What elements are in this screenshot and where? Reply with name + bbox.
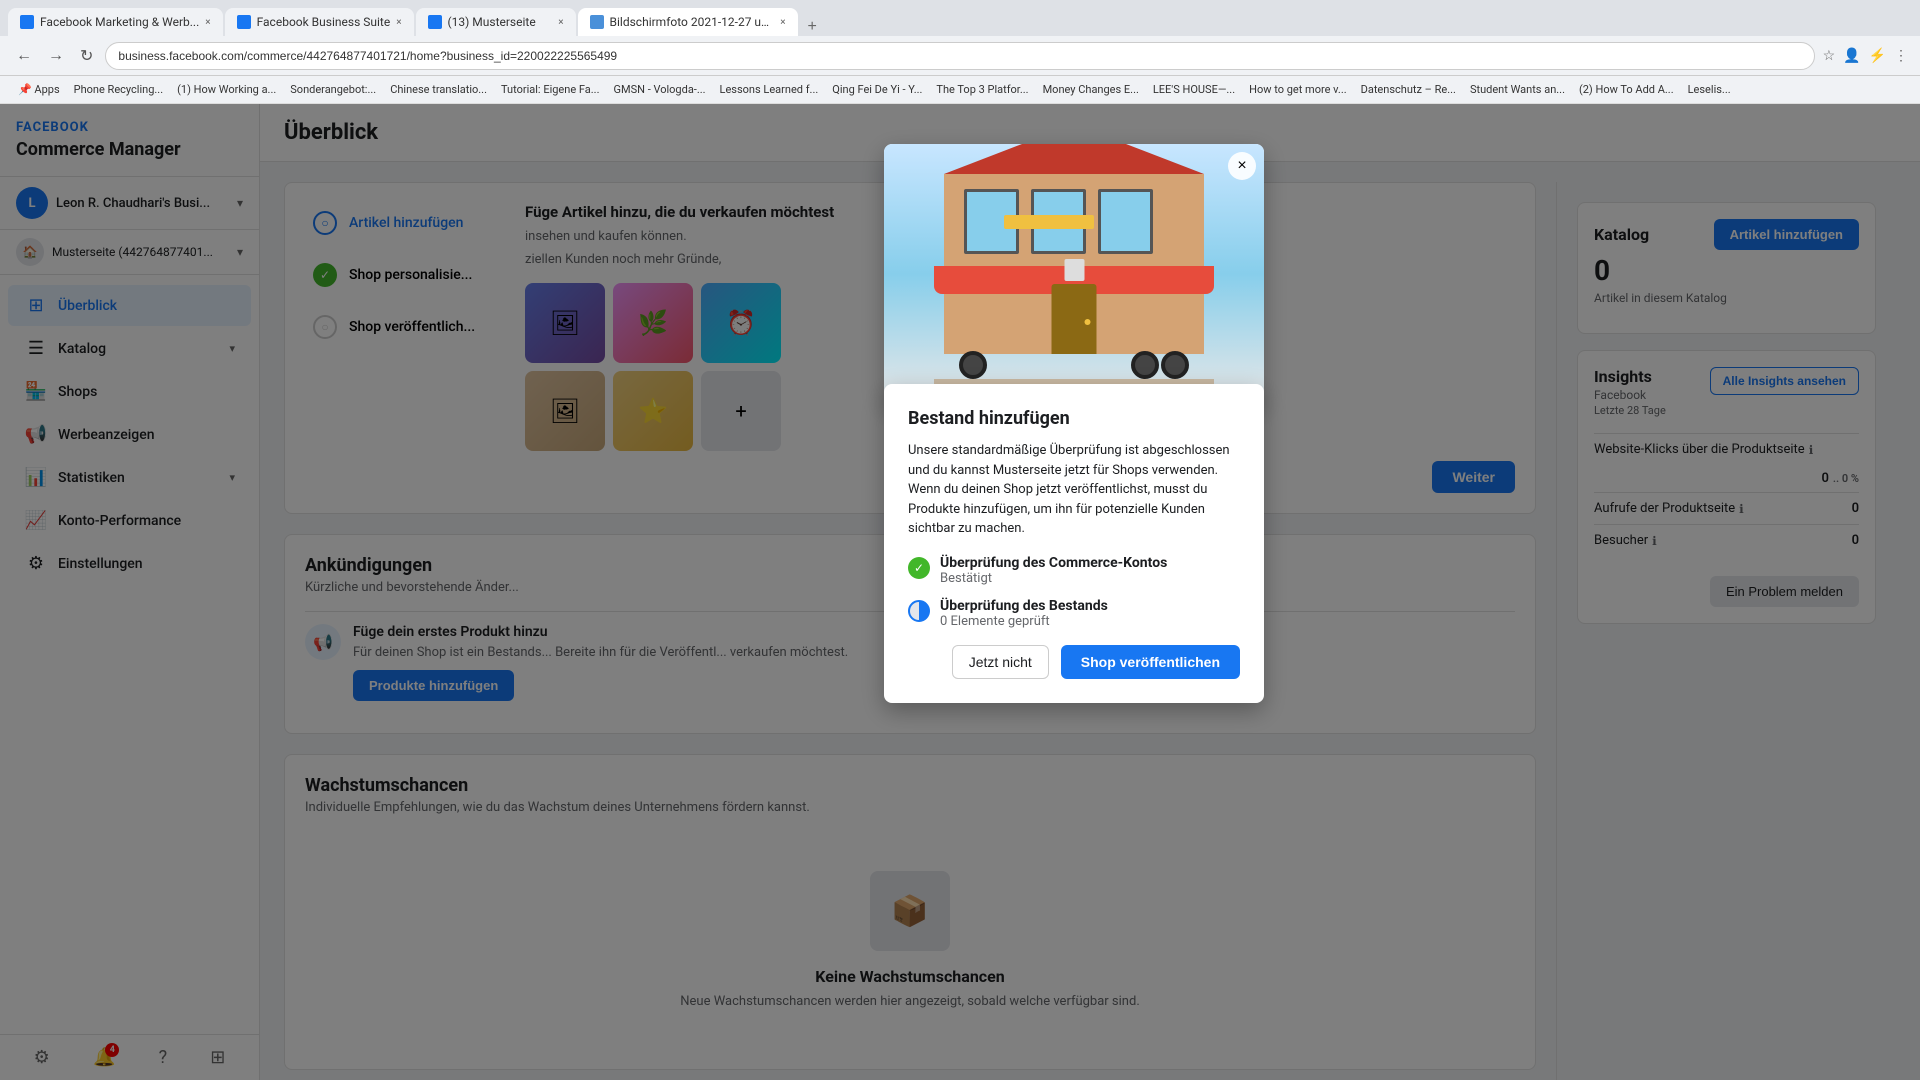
bookmark-lee[interactable]: LEE'S HOUSE—...: [1147, 81, 1241, 98]
check-details-bestand: Überprüfung des Bestands 0 Elemente gepr…: [940, 598, 1240, 629]
browser-tabs: Facebook Marketing & Werb... × Facebook …: [0, 0, 1920, 36]
tab-close-1[interactable]: ×: [205, 17, 210, 28]
browser-tab-2[interactable]: Facebook Business Suite ×: [225, 8, 414, 36]
check-icon-bestand: [908, 600, 930, 622]
check-title-bestand: Überprüfung des Bestands: [940, 598, 1240, 614]
browser-toolbar: ← → ↻ ☆ 👤 ⚡ ⋮: [0, 36, 1920, 76]
image-modal: ×: [884, 144, 1264, 404]
extensions-icon[interactable]: ⚡: [1869, 48, 1886, 64]
check-item-commerce: ✓ Überprüfung des Commerce-Kontos Bestät…: [908, 555, 1240, 586]
bookmark-phone[interactable]: Phone Recycling...: [68, 81, 169, 98]
check-icon-commerce: ✓: [908, 557, 930, 579]
building: [934, 204, 1214, 404]
shop-veroffentlichen-button[interactable]: Shop veröffentlichen: [1061, 645, 1240, 679]
bookmark-add[interactable]: (2) How To Add A...: [1573, 81, 1680, 98]
door: [1052, 284, 1097, 354]
menu-icon[interactable]: ⋮: [1894, 48, 1908, 64]
profile-icon[interactable]: 👤: [1843, 48, 1860, 64]
building-body: [944, 174, 1204, 354]
door-handle: [1085, 319, 1091, 325]
bookmark-qing[interactable]: Qing Fei De Yi - Y...: [826, 81, 928, 98]
jetzt-nicht-button[interactable]: Jetzt nicht: [952, 645, 1049, 679]
bookmark-apps[interactable]: 📌 Apps: [12, 81, 66, 98]
modal-actions: Jetzt nicht Shop veröffentlichen: [908, 645, 1240, 679]
refresh-button[interactable]: ↻: [76, 42, 97, 70]
check-sub-commerce: Bestätigt: [940, 571, 1240, 586]
check-sub-bestand: 0 Elemente geprüft: [940, 614, 1240, 629]
building-sign: [1004, 215, 1094, 229]
wheel-1: [959, 351, 987, 379]
tab-title-3: (13) Musterseite: [448, 15, 553, 29]
bookmarks-bar: 📌 Apps Phone Recycling... (1) How Workin…: [0, 76, 1920, 104]
bestand-modal-desc: Unsere standardmäßige Überprüfung ist ab…: [908, 441, 1240, 539]
bookmark-more[interactable]: How to get more v...: [1243, 81, 1353, 98]
forward-button[interactable]: →: [44, 43, 68, 69]
bookmark-chinese[interactable]: Chinese translatio...: [384, 81, 493, 98]
tab-title-1: Facebook Marketing & Werb...: [40, 15, 199, 29]
wheel-2: [1131, 351, 1159, 379]
bookmark-top3[interactable]: The Top 3 Platfor...: [930, 81, 1034, 98]
bookmark-lessons[interactable]: Lessons Learned f...: [714, 81, 825, 98]
back-button[interactable]: ←: [12, 43, 36, 69]
modal-overlay: ×: [0, 104, 1920, 1080]
bookmark-money[interactable]: Money Changes E...: [1037, 81, 1145, 98]
tab-favicon-3: [428, 15, 442, 29]
door-sign: [1064, 259, 1084, 281]
check-title-commerce: Überprüfung des Commerce-Kontos: [940, 555, 1240, 571]
check-item-bestand: Überprüfung des Bestands 0 Elemente gepr…: [908, 598, 1240, 629]
browser-tab-1[interactable]: Facebook Marketing & Werb... ×: [8, 8, 223, 36]
bookmark-tutorial[interactable]: Tutorial: Eigene Fa...: [495, 81, 606, 98]
browser-chrome: Facebook Marketing & Werb... × Facebook …: [0, 0, 1920, 104]
check-details-commerce: Überprüfung des Commerce-Kontos Bestätig…: [940, 555, 1240, 586]
tab-close-2[interactable]: ×: [396, 17, 401, 28]
image-modal-close-button[interactable]: ×: [1228, 152, 1256, 180]
tab-title-4: Bildschirmfoto 2021-12-27 um...: [610, 15, 775, 29]
roof-triangle: [944, 144, 1204, 174]
tab-close-4[interactable]: ×: [780, 17, 785, 28]
browser-actions: ☆ 👤 ⚡ ⋮: [1823, 48, 1908, 64]
shop-illustration: [884, 144, 1264, 404]
bestand-modal: Bestand hinzufügen Unsere standardmäßige…: [884, 384, 1264, 703]
tab-close-3[interactable]: ×: [558, 17, 563, 28]
window-3: [1098, 189, 1153, 254]
bookmark-lese[interactable]: Leselis...: [1682, 81, 1737, 98]
address-bar[interactable]: [105, 42, 1814, 70]
wheel-3: [1161, 351, 1189, 379]
bookmark-student[interactable]: Student Wants an...: [1464, 81, 1571, 98]
bookmark-daten[interactable]: Datenschutz – Re...: [1355, 81, 1462, 98]
bookmark-icon[interactable]: ☆: [1823, 48, 1836, 64]
bookmark-sonder[interactable]: Sonderangebot:...: [284, 81, 382, 98]
bestand-modal-title: Bestand hinzufügen: [908, 408, 1240, 429]
tab-favicon-4: [590, 15, 604, 29]
browser-tab-4[interactable]: Bildschirmfoto 2021-12-27 um... ×: [578, 8, 798, 36]
tab-favicon-2: [237, 15, 251, 29]
tab-title-2: Facebook Business Suite: [257, 15, 391, 29]
browser-tab-3[interactable]: (13) Musterseite ×: [416, 8, 576, 36]
tab-favicon-1: [20, 15, 34, 29]
bookmark-working[interactable]: (1) How Working a...: [171, 81, 282, 98]
bookmark-gmsn[interactable]: GMSN - Vologda-...: [607, 81, 711, 98]
new-tab-button[interactable]: +: [800, 18, 825, 36]
